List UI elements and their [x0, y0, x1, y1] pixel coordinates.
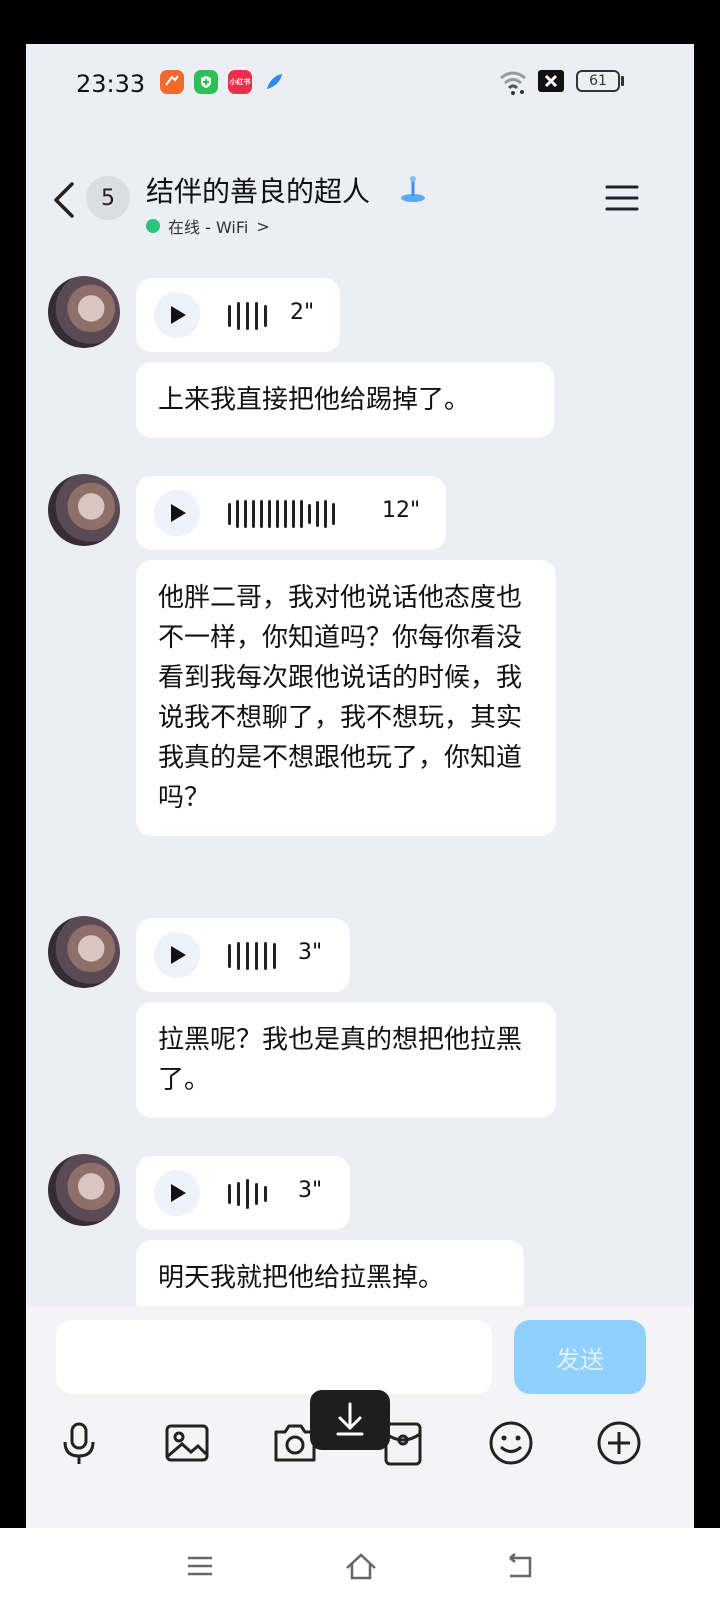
voice-waveform: [228, 500, 335, 528]
play-button[interactable]: [154, 490, 200, 536]
avatar[interactable]: [48, 474, 120, 546]
status-bar: 23:33 小红书 61: [26, 44, 694, 124]
chevron-right-icon: >: [256, 216, 270, 236]
play-button[interactable]: [154, 292, 200, 338]
menu-icon[interactable]: [604, 180, 640, 216]
voice-message[interactable]: 3": [136, 1156, 350, 1230]
avatar[interactable]: [48, 276, 120, 348]
text-message[interactable]: 拉黑呢？我也是真的想把他拉黑了。: [136, 1002, 556, 1118]
plus-icon[interactable]: [594, 1418, 644, 1468]
voice-waveform: [228, 302, 267, 330]
battery-level: 61: [589, 73, 607, 89]
online-dot-icon: [146, 219, 160, 233]
microphone-icon[interactable]: [54, 1418, 104, 1468]
fountain-icon: [401, 176, 425, 202]
home-icon[interactable]: [344, 1550, 378, 1582]
play-button[interactable]: [154, 932, 200, 978]
no-sim-icon: [538, 70, 564, 92]
wifi-icon: [500, 71, 526, 95]
emoji-icon[interactable]: [486, 1418, 536, 1468]
feather-app-icon: [262, 70, 286, 94]
phone-manager-app-icon: [194, 70, 218, 94]
voice-waveform: [228, 1179, 267, 1209]
system-nav-bar: [0, 1528, 720, 1612]
input-bar: 发送: [26, 1306, 694, 1528]
voice-duration: 2": [290, 300, 315, 325]
online-status[interactable]: 在线 - WiFi >: [146, 214, 270, 238]
voice-message[interactable]: 12": [136, 476, 446, 550]
voice-duration: 12": [382, 498, 421, 523]
back-arrow-icon[interactable]: [50, 180, 80, 220]
download-button[interactable]: [310, 1390, 390, 1450]
unread-count-badge[interactable]: 5: [86, 176, 130, 220]
battery-indicator: 61: [576, 70, 620, 92]
chat-header: 5 结伴的善良的超人 在线 - WiFi >: [26, 124, 694, 244]
play-icon: [171, 946, 186, 964]
message-input[interactable]: [56, 1320, 492, 1394]
text-message[interactable]: 明天我就把他给拉黑掉。: [136, 1240, 524, 1316]
status-time: 23:33: [76, 70, 146, 98]
play-icon: [171, 1184, 186, 1202]
recent-apps-icon[interactable]: [184, 1550, 216, 1582]
voice-waveform: [228, 942, 276, 970]
image-icon[interactable]: [162, 1418, 212, 1468]
play-icon: [171, 504, 186, 522]
avatar[interactable]: [48, 916, 120, 988]
send-button[interactable]: 发送: [514, 1320, 646, 1394]
xiaohongshu-label: 小红书: [229, 78, 251, 86]
download-icon: [336, 1402, 364, 1436]
chat-screen: 23:33 小红书 61 5 结伴的善良的超人 在线 - WiFi > 2" 上…: [26, 44, 694, 1528]
battery-cap: [621, 76, 624, 86]
chat-title[interactable]: 结伴的善良的超人: [146, 170, 370, 210]
text-message[interactable]: 他胖二哥，我对他说话他态度也不一样，你知道吗？你每你看没看到我每次跟他说话的时候…: [136, 560, 556, 836]
text-message[interactable]: 上来我直接把他给踢掉了。: [136, 362, 554, 438]
voice-message[interactable]: 2": [136, 278, 340, 352]
voice-duration: 3": [298, 940, 323, 965]
xiaohongshu-app-icon: 小红书: [228, 70, 252, 94]
back-icon[interactable]: [504, 1550, 536, 1582]
avatar[interactable]: [48, 1154, 120, 1226]
voice-duration: 3": [298, 1178, 323, 1203]
voice-message[interactable]: 3": [136, 918, 350, 992]
play-button[interactable]: [154, 1170, 200, 1216]
online-status-text: 在线 - WiFi: [168, 218, 249, 237]
play-icon: [171, 306, 186, 324]
weibo-app-icon: [160, 70, 184, 94]
